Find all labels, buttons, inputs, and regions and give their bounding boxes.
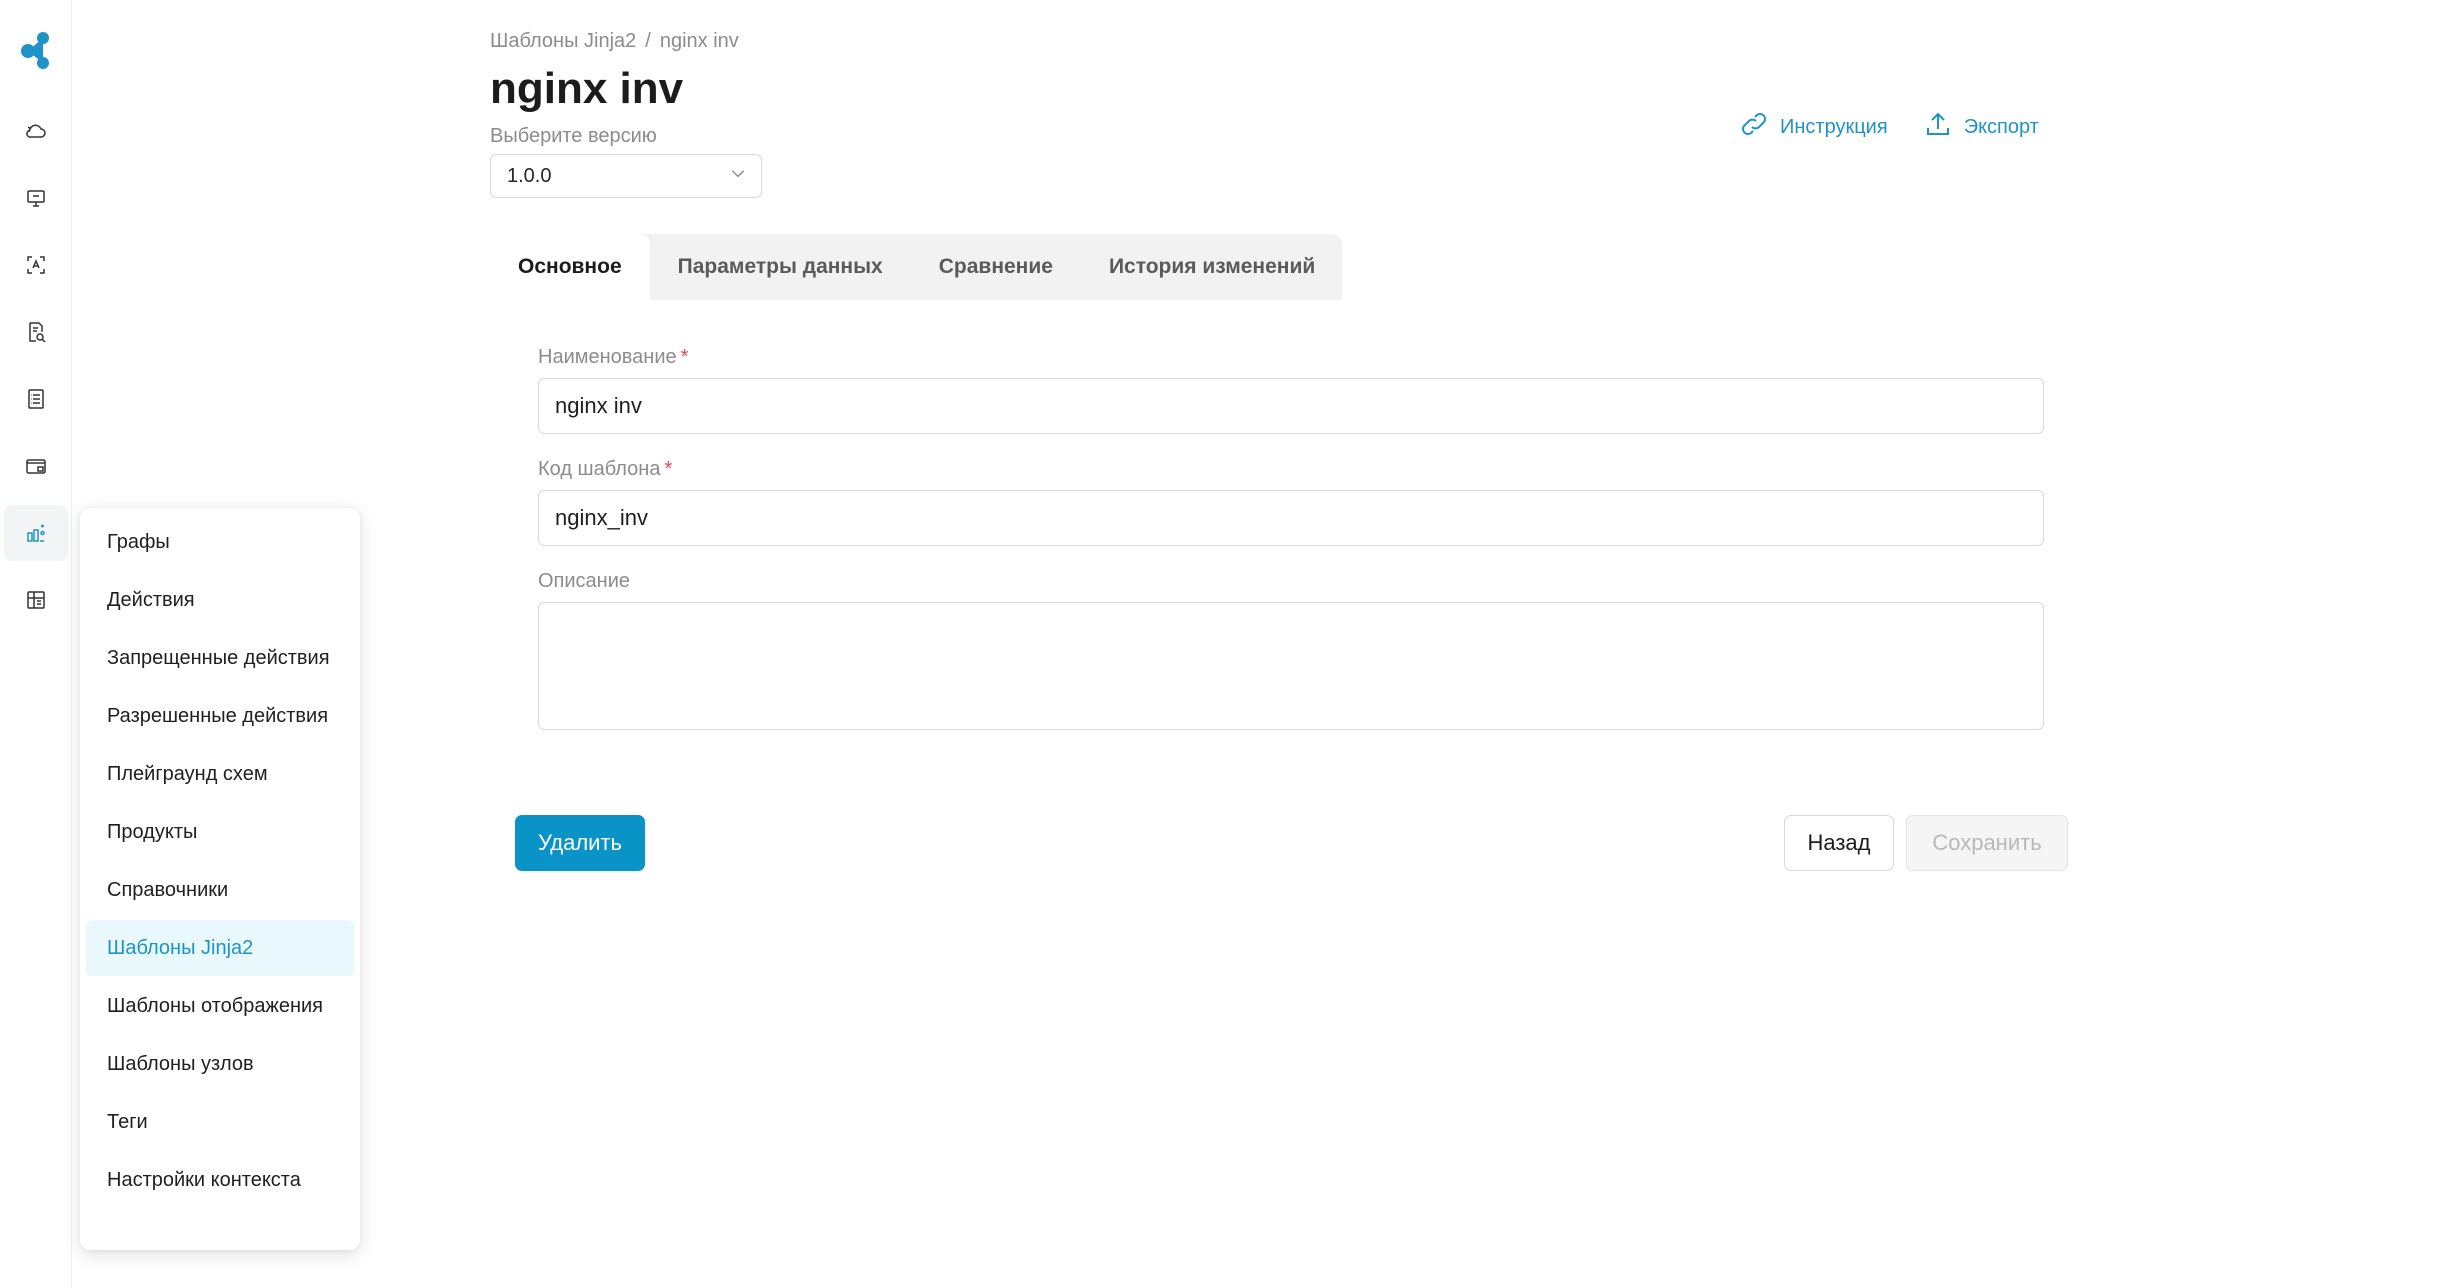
link-icon: [1738, 110, 1770, 144]
menu-item[interactable]: Шаблоны отображения: [86, 978, 354, 1034]
version-select[interactable]: 1.0.0: [490, 154, 762, 198]
menu-item[interactable]: Разрешенные действия: [86, 688, 354, 744]
menu-item[interactable]: Шаблоны узлов: [86, 1036, 354, 1092]
required-mark: *: [680, 346, 689, 368]
chevron-down-icon: [729, 164, 747, 188]
wallet-icon[interactable]: [4, 438, 68, 494]
name-input[interactable]: nginx inv: [538, 378, 2044, 434]
instructions-link[interactable]: Инструкция: [1738, 110, 1888, 144]
menu-item[interactable]: Продукты: [86, 804, 354, 860]
required-mark: *: [664, 458, 673, 480]
grid-icon[interactable]: [4, 572, 68, 628]
icon-rail: [0, 0, 72, 1288]
menu-item[interactable]: Графы: [86, 514, 354, 570]
scan-text-icon[interactable]: [4, 237, 68, 293]
menu-item[interactable]: Действия: [86, 572, 354, 628]
code-label: Код шаблона *: [538, 458, 673, 480]
description-textarea[interactable]: [538, 602, 2044, 730]
breadcrumb-parent[interactable]: Шаблоны Jinja2: [490, 30, 636, 52]
save-button[interactable]: Сохранить: [1906, 815, 2068, 871]
version-value: 1.0.0: [507, 164, 552, 187]
tab-3[interactable]: История изменений: [1081, 234, 1343, 300]
monitor-icon[interactable]: [4, 170, 68, 226]
section-flyout-menu: Графы Действия Запрещенные действия Разреше…: [80, 508, 360, 1250]
upload-icon: [1922, 110, 1954, 144]
description-label: Описание: [538, 570, 631, 592]
tab-2[interactable]: Сравнение: [911, 234, 1081, 300]
delete-button[interactable]: Удалить: [515, 815, 645, 871]
instructions-label: Инструкция: [1780, 115, 1888, 138]
tab-1[interactable]: Параметры данных: [650, 234, 911, 300]
template-form: Наименование * nginx inv Код шаблона * ngi…: [538, 346, 2044, 730]
menu-item[interactable]: Шаблоны Jinja2: [86, 920, 354, 976]
export-label: Экспорт: [1963, 115, 2039, 138]
version-label: Выберите версию: [490, 125, 657, 147]
menu-item[interactable]: Справочники: [86, 862, 354, 918]
breadcrumb: Шаблоны Jinja2 / nginx inv: [490, 30, 739, 53]
breadcrumb-current: nginx inv: [659, 30, 739, 52]
name-label: Наименование *: [538, 346, 689, 368]
graph-icon[interactable]: [4, 505, 68, 561]
export-button[interactable]: Экспорт: [1922, 110, 2039, 144]
header-actions: Инструкция Экспорт: [1738, 110, 2039, 144]
back-button[interactable]: Назад: [1784, 815, 1894, 871]
tab-bar: Основное Параметры данных Сравнение История…: [490, 234, 1342, 300]
menu-item[interactable]: Плейграунд схем: [86, 746, 354, 802]
menu-item[interactable]: Настройки контекста: [86, 1152, 354, 1208]
menu-item[interactable]: Теги: [86, 1094, 354, 1150]
code-input[interactable]: nginx_inv: [538, 490, 2044, 546]
menu-item[interactable]: Запрещенные действия: [86, 630, 354, 686]
page-title: nginx inv: [490, 64, 684, 113]
cloud-icon[interactable]: [4, 103, 68, 159]
tab-0[interactable]: Основное: [490, 234, 650, 300]
logo-icon[interactable]: [18, 30, 54, 70]
list-document-icon[interactable]: [4, 371, 68, 427]
search-document-icon[interactable]: [4, 304, 68, 360]
breadcrumb-separator: /: [645, 30, 651, 52]
